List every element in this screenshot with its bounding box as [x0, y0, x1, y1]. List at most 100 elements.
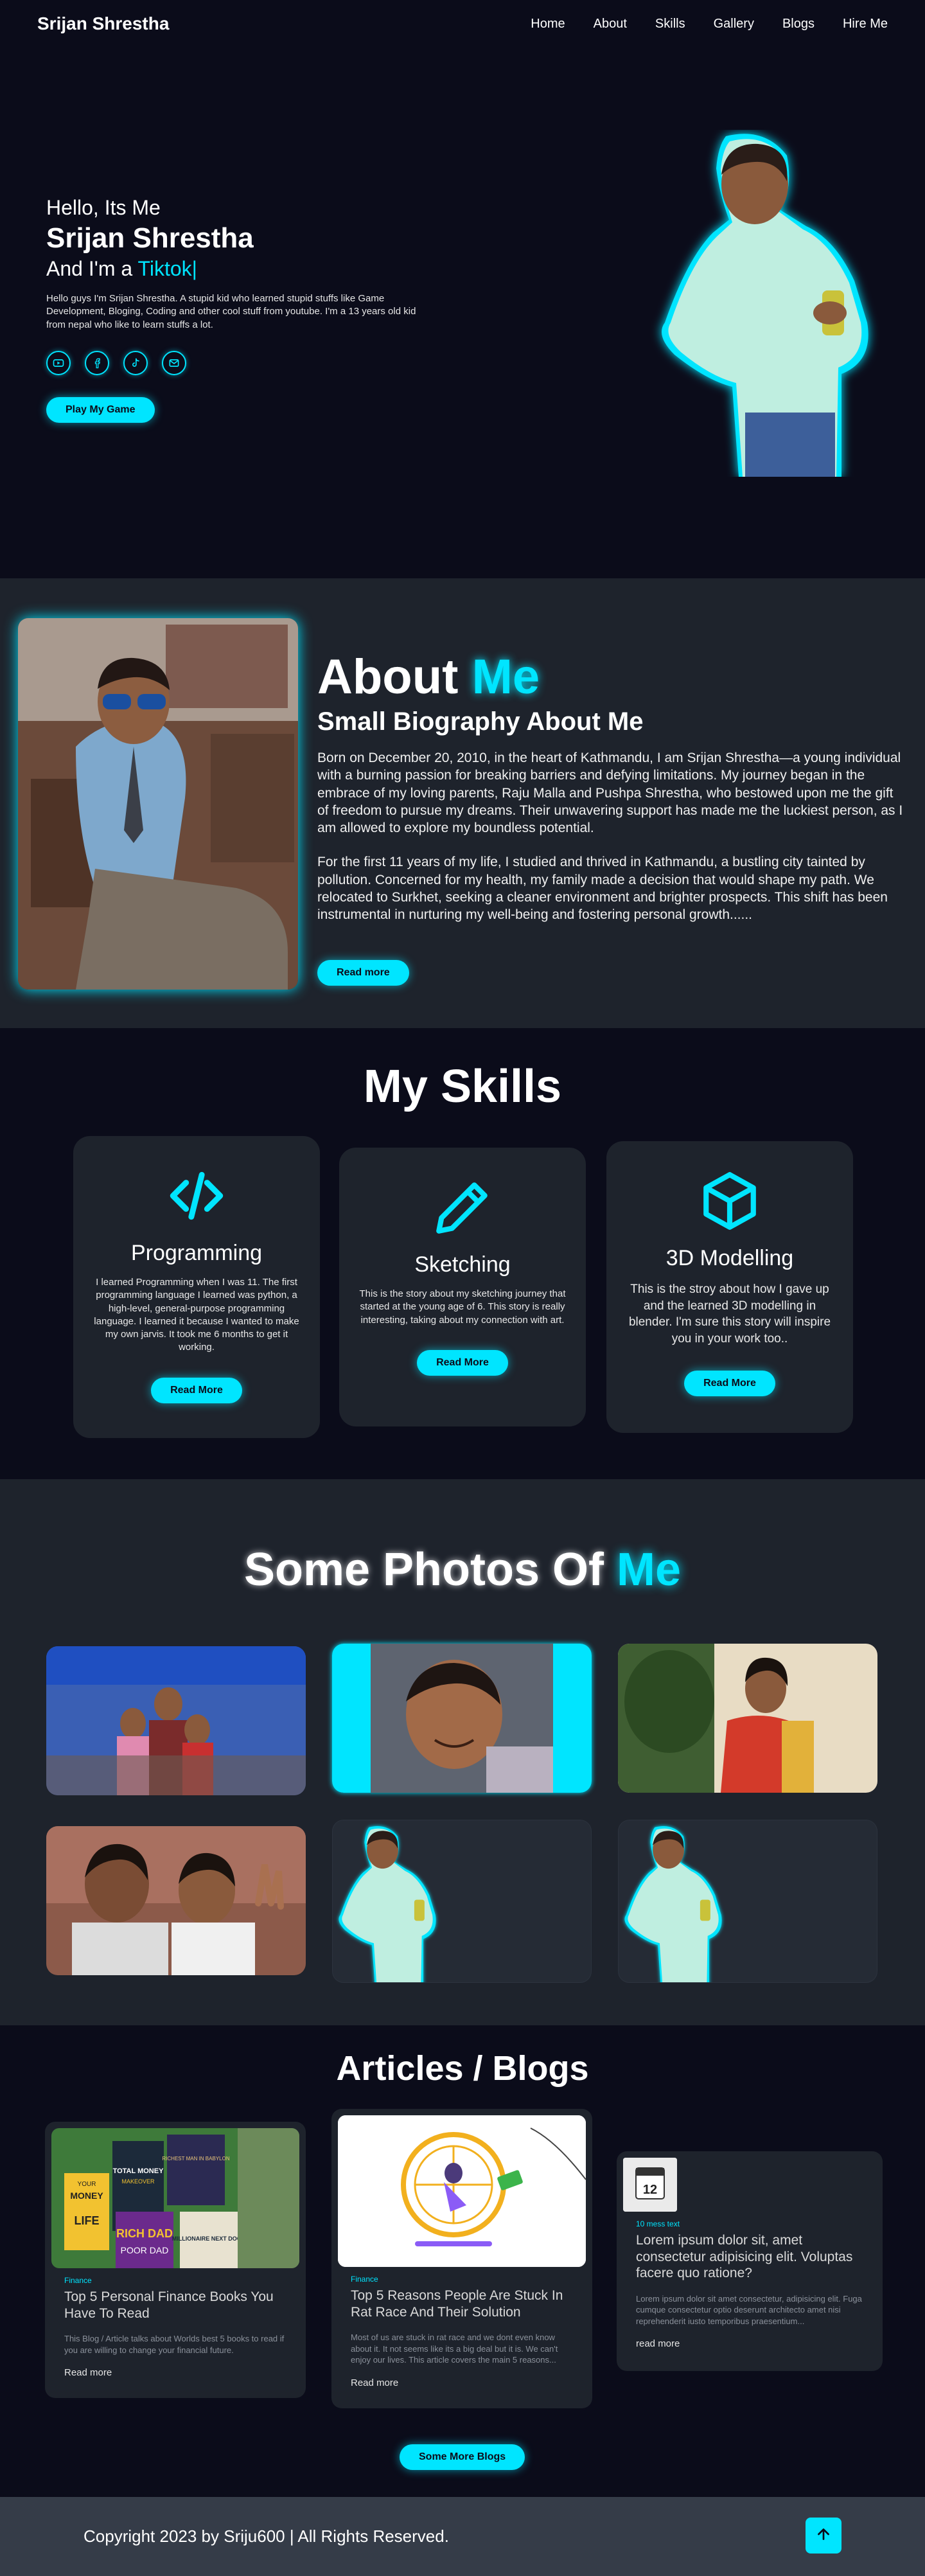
about-paragraph-2: For the first 11 years of my life, I stu…: [317, 855, 888, 923]
nav-menu: Home About Skills Gallery Blogs Hire Me: [531, 17, 888, 31]
about-read-more-button[interactable]: Read more: [317, 959, 409, 986]
blog-image: [338, 2115, 586, 2267]
footer: Copyright 2023 by Sriju600 | All Rights …: [0, 2497, 925, 2576]
arrow-up-icon: [815, 2526, 832, 2546]
book-cover-text: YOUR: [78, 2181, 96, 2188]
gallery-title-a: Some Photos Of: [243, 1544, 604, 1595]
blog-body: 10 mess text Lorem ipsum dolor sit, amet…: [623, 2212, 876, 2349]
hero-role: And I'm a Tiktok|: [46, 257, 445, 281]
copyright-text: Copyright 2023 by Sriju600 | All Rights …: [84, 2527, 449, 2546]
pencil-icon: [431, 1182, 494, 1241]
gallery-section: Some Photos Of Me: [0, 1479, 925, 2025]
back-to-top-button[interactable]: [806, 2518, 841, 2554]
about-text: About Me Small Biography About Me Born o…: [317, 649, 907, 986]
skills-title: My Skills: [363, 1061, 562, 1112]
gallery-photo[interactable]: [332, 1820, 592, 1983]
book-cover-text: MILLIONAIRE NEXT DOOR: [172, 2235, 246, 2242]
book-cover-text: MAKEOVER: [121, 2178, 155, 2185]
skill-card-3d-modelling: 3D Modelling This is the stroy about how…: [606, 1141, 853, 1433]
skills-section: My Skills Programming I learned Programm…: [0, 1028, 925, 1479]
blog-category[interactable]: Finance: [351, 2275, 573, 2284]
book-cover-text: MONEY: [70, 2190, 103, 2201]
about-paragraph-1: Born on December 20, 2010, in the heart …: [317, 751, 903, 836]
blog-body: Finance Top 5 Personal Finance Books You…: [51, 2268, 299, 2378]
about-photo: [18, 618, 298, 990]
skill-text: This is the stroy about how I gave up an…: [628, 1283, 831, 1346]
book-cover-text: RICH DAD: [116, 2227, 173, 2240]
about-section: About Me Small Biography About Me Born o…: [0, 578, 925, 1028]
nav-item-about[interactable]: About: [594, 17, 627, 31]
blog-read-more-link[interactable]: read more: [636, 2338, 863, 2349]
hero-section: Hello, Its Me Srijan Shrestha And I'm a …: [0, 0, 925, 578]
blog-card[interactable]: 12 10 mess text Lorem ipsum dolor sit, a…: [617, 2151, 883, 2371]
skill-title: 3D Modelling: [665, 1246, 794, 1270]
gallery-photo[interactable]: [618, 1820, 877, 1983]
typing-caret: |: [191, 257, 197, 280]
hero-name: Srijan Shrestha: [46, 222, 254, 254]
blog-image: MONEY YOUR LIFE TOTAL MONEY MAKEOVER RIC…: [51, 2128, 299, 2268]
book-cover-text: RICHEST MAN IN BABYLON: [162, 2156, 229, 2162]
youtube-icon[interactable]: [46, 350, 71, 375]
play-game-button[interactable]: Play My Game: [46, 396, 155, 423]
book-cover-text: LIFE: [75, 2214, 100, 2227]
blogs-section: Articles / Blogs MONEY YOUR LIFE TOTAL M…: [0, 2025, 925, 2497]
blog-read-more-link[interactable]: Read more: [351, 2377, 573, 2388]
book-cover-text: TOTAL MONEY: [113, 2167, 164, 2175]
blog-excerpt: This Blog / Article talks about Worlds b…: [64, 2334, 285, 2355]
blog-title[interactable]: Top 5 Reasons People Are Stuck In Rat Ra…: [351, 2287, 573, 2320]
skill-title: Sketching: [414, 1252, 511, 1277]
cube-icon: [698, 1172, 761, 1235]
nav-item-gallery[interactable]: Gallery: [714, 17, 754, 31]
hero-text: Hello, Its Me Srijan Shrestha And I'm a …: [46, 196, 445, 423]
blog-category[interactable]: Finance: [64, 2276, 286, 2285]
skill-card-programming: Programming I learned Programming when I…: [73, 1136, 320, 1438]
top-navbar: Srijan Shrestha Home About Skills Galler…: [0, 0, 925, 48]
nav-item-hire-me[interactable]: Hire Me: [843, 17, 888, 31]
skill-text: This is the story about my sketching jou…: [359, 1288, 566, 1326]
hero-photo: [649, 130, 880, 477]
about-title-a: About: [317, 650, 459, 704]
nav-item-home[interactable]: Home: [531, 17, 565, 31]
hero-role-word: Tiktok: [137, 257, 192, 280]
nav-item-skills[interactable]: Skills: [655, 17, 685, 31]
skill-read-more-button[interactable]: Read More: [151, 1377, 242, 1403]
gallery-photo[interactable]: [46, 1646, 306, 1795]
book-cover-text: POOR DAD: [121, 2245, 169, 2255]
hero-greeting: Hello, Its Me: [46, 196, 161, 219]
tiktok-icon[interactable]: [123, 350, 148, 375]
code-icon: [165, 1171, 228, 1230]
blog-excerpt: Most of us are stuck in rat race and we …: [351, 2332, 558, 2365]
hero-description: Hello guys I'm Srijan Shrestha. A stupid…: [46, 293, 416, 330]
blog-image: 12: [623, 2158, 677, 2212]
gallery-title-b: Me: [617, 1544, 682, 1595]
email-icon[interactable]: [162, 350, 186, 375]
blog-read-more-link[interactable]: Read more: [64, 2367, 286, 2378]
about-title: About Me: [317, 649, 907, 705]
blog-title[interactable]: Lorem ipsum dolor sit, amet consectetur …: [636, 2232, 863, 2282]
skill-title: Programming: [130, 1241, 263, 1265]
social-links: [46, 350, 445, 375]
skill-card-sketching: Sketching This is the story about my ske…: [339, 1148, 586, 1426]
facebook-icon[interactable]: [85, 350, 109, 375]
blog-card[interactable]: MONEY YOUR LIFE TOTAL MONEY MAKEOVER RIC…: [45, 2122, 306, 2398]
blogs-title: Articles / Blogs: [336, 2049, 589, 2088]
blog-category[interactable]: 10 mess text: [636, 2219, 863, 2228]
nav-item-blogs[interactable]: Blogs: [782, 17, 815, 31]
calendar-day: 12: [643, 2183, 657, 2197]
gallery-title: Some Photos Of Me: [0, 1479, 925, 1596]
skill-read-more-button[interactable]: Read More: [684, 1370, 775, 1396]
about-title-b: Me: [471, 650, 540, 704]
blog-card[interactable]: Finance Top 5 Reasons People Are Stuck I…: [331, 2109, 592, 2408]
gallery-photo[interactable]: [332, 1644, 592, 1793]
blog-excerpt: Lorem ipsum dolor sit amet consectetur, …: [636, 2293, 862, 2326]
skill-read-more-button[interactable]: Read More: [417, 1349, 508, 1376]
more-blogs-button[interactable]: Some More Blogs: [400, 2444, 525, 2470]
gallery-photo[interactable]: [46, 1826, 306, 1975]
blog-body: Finance Top 5 Reasons People Are Stuck I…: [338, 2267, 586, 2388]
hero-role-prefix: And I'm a: [46, 257, 138, 280]
site-logo[interactable]: Srijan Shrestha: [37, 13, 169, 34]
skill-text: I learned Programming when I was 11. The…: [94, 1277, 299, 1353]
gallery-photo[interactable]: [618, 1644, 877, 1793]
blog-title[interactable]: Top 5 Personal Finance Books You Have To…: [64, 2289, 286, 2322]
about-subtitle: Small Biography About Me: [317, 707, 644, 736]
